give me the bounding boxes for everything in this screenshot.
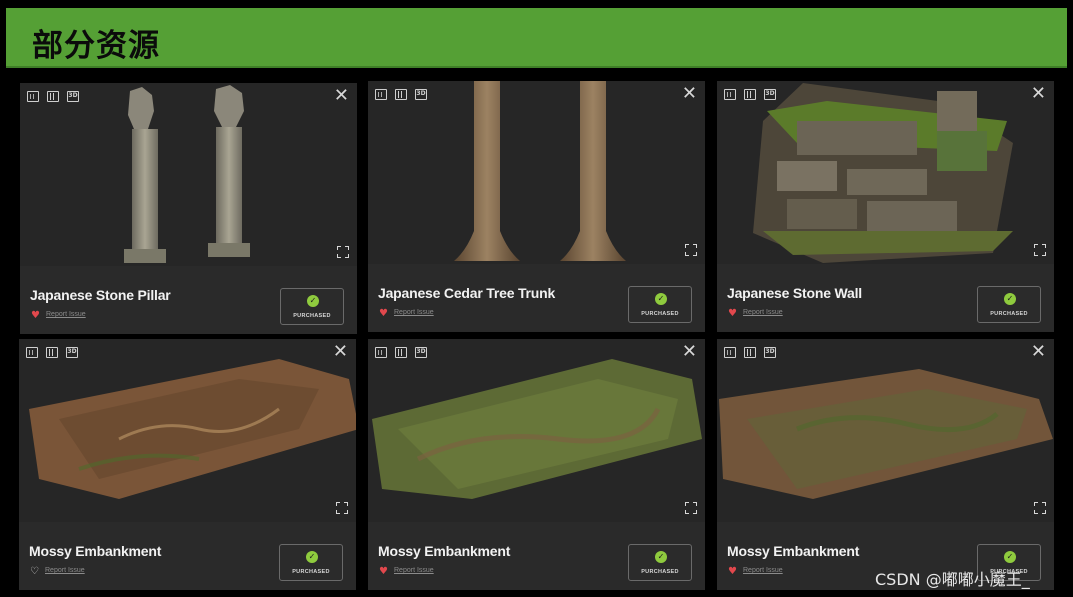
- favorite-heart-icon[interactable]: ♥: [379, 567, 388, 577]
- asset-info: Japanese Stone Wall ♥ Report Issue ✓ PUR…: [717, 264, 1054, 332]
- asset-card[interactable]: 3D ✕ Mossy Embankment ♥ Report Issue ✓ P…: [368, 339, 705, 590]
- asset-card[interactable]: 3D ✕ Japanese Stone Wall ♥ Report Issue …: [717, 81, 1054, 332]
- asset-title[interactable]: Japanese Cedar Tree Trunk: [378, 285, 555, 301]
- asset-title[interactable]: Japanese Stone Pillar: [30, 287, 171, 303]
- report-issue-link[interactable]: Report Issue: [45, 567, 85, 574]
- section-banner: 部分资源: [6, 8, 1067, 68]
- fullscreen-icon[interactable]: [1034, 502, 1046, 514]
- fullscreen-icon[interactable]: [336, 502, 348, 514]
- report-issue-link[interactable]: Report Issue: [46, 311, 86, 318]
- purchased-label: PURCHASED: [293, 313, 331, 319]
- asset-info: Japanese Cedar Tree Trunk ♥ Report Issue…: [368, 264, 705, 332]
- 3d-view-icon[interactable]: 3D: [415, 89, 427, 100]
- columns-view-icon[interactable]: [47, 91, 59, 102]
- asset-title[interactable]: Mossy Embankment: [378, 543, 510, 559]
- columns-view-icon[interactable]: [46, 347, 58, 358]
- columns-view-icon[interactable]: [395, 89, 407, 100]
- favorite-heart-icon[interactable]: ♥: [728, 309, 737, 319]
- favorite-heart-icon[interactable]: ♥: [379, 309, 388, 319]
- embankment-render: [719, 369, 1053, 499]
- report-issue-link[interactable]: Report Issue: [743, 309, 783, 316]
- asset-preview[interactable]: 3D ✕: [368, 81, 705, 264]
- purchased-button[interactable]: ✓ PURCHASED: [280, 288, 344, 325]
- check-circle-icon: ✓: [655, 293, 667, 305]
- check-circle-icon: ✓: [306, 551, 318, 563]
- favorite-heart-icon[interactable]: ♥: [728, 567, 737, 577]
- asset-card[interactable]: 3D ✕ Mossy Embankment ♥ Report Issue ✓ P…: [717, 339, 1054, 590]
- asset-title[interactable]: Mossy Embankment: [727, 543, 859, 559]
- close-icon[interactable]: ✕: [334, 87, 349, 105]
- asset-info: Mossy Embankment ♡ Report Issue ✓ PURCHA…: [19, 522, 356, 590]
- check-circle-icon: ✓: [307, 295, 319, 307]
- purchased-button[interactable]: ✓ PURCHASED: [628, 544, 692, 581]
- favorite-heart-icon[interactable]: ♡: [30, 567, 39, 577]
- report-issue-link[interactable]: Report Issue: [743, 567, 783, 574]
- asset-preview[interactable]: 3D ✕: [19, 339, 356, 522]
- stone-pillar-render: [124, 85, 250, 263]
- asset-card[interactable]: 3D ✕ Japanese Stone Pillar ♥ Report Issu…: [20, 83, 357, 334]
- stone-wall-render: [753, 83, 1013, 263]
- grid-view-icon[interactable]: [724, 89, 736, 100]
- columns-view-icon[interactable]: [744, 89, 756, 100]
- grid-view-icon[interactable]: [26, 347, 38, 358]
- watermark: CSDN @嘟嘟小魔王_: [875, 570, 1030, 589]
- purchased-label: PURCHASED: [641, 311, 679, 317]
- asset-title[interactable]: Japanese Stone Wall: [727, 285, 862, 301]
- asset-preview[interactable]: 3D ✕: [717, 81, 1054, 264]
- grid-view-icon[interactable]: [724, 347, 736, 358]
- fullscreen-icon[interactable]: [337, 246, 349, 258]
- asset-preview[interactable]: 3D ✕: [20, 83, 357, 266]
- close-icon[interactable]: ✕: [1031, 85, 1046, 103]
- 3d-view-icon[interactable]: 3D: [764, 89, 776, 100]
- check-circle-icon: ✓: [1004, 551, 1016, 563]
- report-issue-link[interactable]: Report Issue: [394, 567, 434, 574]
- purchased-label: PURCHASED: [292, 569, 330, 575]
- embankment-render: [372, 359, 702, 499]
- 3d-view-icon[interactable]: 3D: [415, 347, 427, 358]
- embankment-render: [29, 359, 356, 499]
- close-icon[interactable]: ✕: [333, 343, 348, 361]
- check-circle-icon: ✓: [1004, 293, 1016, 305]
- fullscreen-icon[interactable]: [685, 502, 697, 514]
- close-icon[interactable]: ✕: [1031, 343, 1046, 361]
- grid-view-icon[interactable]: [375, 89, 387, 100]
- asset-card[interactable]: 3D ✕ Japanese Cedar Tree Trunk ♥ Report …: [368, 81, 705, 332]
- asset-info: Mossy Embankment ♥ Report Issue ✓ PURCHA…: [368, 522, 705, 590]
- close-icon[interactable]: ✕: [682, 343, 697, 361]
- purchased-button[interactable]: ✓ PURCHASED: [279, 544, 343, 581]
- purchased-label: PURCHASED: [641, 569, 679, 575]
- check-circle-icon: ✓: [655, 551, 667, 563]
- columns-view-icon[interactable]: [744, 347, 756, 358]
- fullscreen-icon[interactable]: [1034, 244, 1046, 256]
- close-icon[interactable]: ✕: [682, 85, 697, 103]
- favorite-heart-icon[interactable]: ♥: [31, 311, 40, 321]
- purchased-button[interactable]: ✓ PURCHASED: [977, 286, 1041, 323]
- cedar-trunk-render: [454, 81, 626, 261]
- 3d-view-icon[interactable]: 3D: [67, 91, 79, 102]
- section-title: 部分资源: [32, 28, 160, 64]
- report-issue-link[interactable]: Report Issue: [394, 309, 434, 316]
- asset-preview[interactable]: 3D ✕: [717, 339, 1054, 522]
- columns-view-icon[interactable]: [395, 347, 407, 358]
- 3d-view-icon[interactable]: 3D: [764, 347, 776, 358]
- asset-title[interactable]: Mossy Embankment: [29, 543, 161, 559]
- grid-view-icon[interactable]: [375, 347, 387, 358]
- asset-preview[interactable]: 3D ✕: [368, 339, 705, 522]
- purchased-button[interactable]: ✓ PURCHASED: [628, 286, 692, 323]
- grid-view-icon[interactable]: [27, 91, 39, 102]
- 3d-view-icon[interactable]: 3D: [66, 347, 78, 358]
- asset-info: Japanese Stone Pillar ♥ Report Issue ✓ P…: [20, 266, 357, 334]
- asset-card[interactable]: 3D ✕ Mossy Embankment ♡ Report Issue ✓ P…: [19, 339, 356, 590]
- purchased-label: PURCHASED: [990, 311, 1028, 317]
- fullscreen-icon[interactable]: [685, 244, 697, 256]
